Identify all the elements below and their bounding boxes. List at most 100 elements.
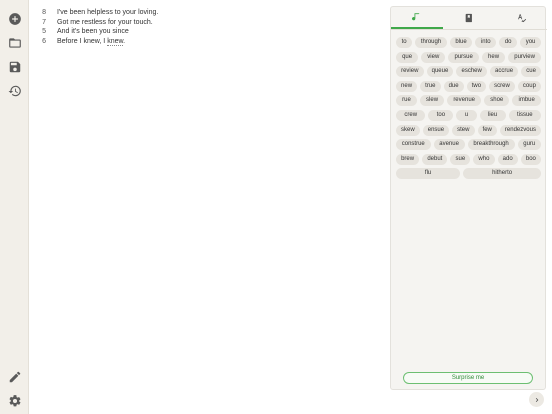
rhyme-chip[interactable]: avenue	[433, 139, 465, 151]
add-circle-icon	[9, 13, 21, 25]
rhyme-chip[interactable]: breakthrough	[467, 139, 515, 151]
rhyme-chip[interactable]: two	[466, 80, 487, 92]
chevron-right-icon	[535, 397, 538, 402]
syllable-count: 7	[42, 18, 46, 26]
rhyme-chip[interactable]: too	[428, 109, 454, 121]
rhyme-chip[interactable]: guru	[517, 139, 542, 151]
rhyme-chip[interactable]: ensue	[422, 124, 450, 136]
rhyme-note-icon	[412, 13, 420, 21]
rhyme-row: to through blue into do you	[396, 37, 541, 48]
settings-button[interactable]	[6, 392, 24, 410]
rhyme-row: construe avenue breakthrough guru	[396, 139, 542, 151]
rhyme-chip[interactable]: hew	[481, 51, 506, 63]
tab-rhymes[interactable]	[391, 7, 443, 29]
rhyme-chip[interactable]: sue	[450, 153, 471, 165]
gear-icon	[9, 395, 21, 407]
rhyme-chip[interactable]: rue	[396, 95, 417, 107]
rhyme-chip[interactable]: que	[396, 51, 419, 63]
edit-button[interactable]	[6, 368, 24, 386]
save-icon	[9, 61, 21, 73]
save-button[interactable]	[6, 58, 24, 76]
rhyme-chip[interactable]: lieu	[479, 109, 506, 121]
rhyme-chip[interactable]: stew	[452, 124, 475, 136]
rhyme-chip[interactable]: you	[520, 37, 541, 48]
left-rail	[0, 0, 29, 414]
rhyme-chip[interactable]: boo	[520, 153, 541, 165]
syllable-count: 5	[42, 28, 46, 36]
lyric-line[interactable]: 7 Got me restless for your touch.	[36, 18, 376, 28]
rhyme-chip[interactable]: construe	[396, 139, 431, 151]
rhyme-row: rue slew revenue shoe imbue	[396, 95, 541, 107]
collapse-panel-button[interactable]	[529, 392, 544, 407]
rhyme-chip[interactable]: few	[477, 124, 497, 136]
rhyme-chip[interactable]: review	[396, 66, 424, 78]
rhyme-chip[interactable]: into	[475, 37, 497, 48]
rhyme-chip[interactable]: crew	[396, 109, 426, 121]
folder-icon	[9, 38, 21, 48]
panel-tabs	[391, 7, 547, 30]
rhyme-chip[interactable]: flu	[396, 168, 461, 180]
rhyme-row: brew debut sue who ado boo	[396, 153, 541, 165]
spellcheck-icon	[518, 14, 526, 23]
rhyme-chip[interactable]: ado	[497, 153, 518, 165]
selected-word[interactable]: knew	[107, 37, 124, 46]
app-window: 8 I've been helpless to your loving. 7 G…	[0, 0, 552, 414]
rhyme-chip[interactable]: due	[443, 80, 464, 92]
rhyme-chip[interactable]: slew	[419, 95, 445, 107]
rhyme-chip[interactable]: hitherto	[463, 168, 542, 180]
history-icon	[8, 85, 21, 97]
rhyme-chip[interactable]: do	[499, 37, 518, 48]
lyric-text[interactable]: And it's been you since	[57, 27, 129, 37]
lyric-line[interactable]: 8 I've been helpless to your loving.	[36, 8, 376, 18]
lyric-line[interactable]: 6 Before I knew, I knew.	[36, 37, 376, 47]
tab-spellcheck[interactable]	[495, 7, 547, 29]
rhyme-chip[interactable]: revenue	[447, 95, 482, 107]
rhyme-row: skew ensue stew few rendezvous	[396, 124, 541, 136]
surprise-me-button[interactable]: Surprise me	[403, 372, 533, 384]
add-button[interactable]	[6, 10, 24, 28]
rhyme-chip[interactable]: coup	[517, 80, 541, 92]
rhyme-panel: to through blue into do you que view pursue hew pu…	[390, 6, 547, 390]
pencil-icon	[9, 371, 21, 383]
rhyme-chip[interactable]: through	[415, 37, 447, 48]
lyric-text-part: Before I knew, I	[57, 37, 108, 45]
rhyme-chip[interactable]: debut	[422, 153, 448, 165]
syllable-count: 8	[42, 9, 46, 16]
open-folder-button[interactable]	[6, 34, 24, 52]
rhyme-chip[interactable]: to	[396, 37, 413, 48]
rhyme-chip[interactable]: pursue	[448, 51, 479, 63]
lyric-text[interactable]: Before I knew, I knew.	[57, 37, 125, 47]
history-button[interactable]	[6, 82, 24, 100]
rhyme-chip[interactable]: eschew	[456, 66, 487, 78]
rhyme-row: flu hitherto	[396, 168, 542, 180]
lyric-text[interactable]: Got me restless for your touch.	[57, 18, 153, 28]
rhyme-chip[interactable]: u	[456, 109, 477, 121]
rhyme-row: new true due two screw coup	[396, 80, 541, 92]
rhyme-row: crew too u lieu tissue	[396, 109, 541, 121]
rhyme-chip[interactable]: shoe	[484, 95, 510, 107]
rhyme-chip[interactable]: rendezvous	[499, 124, 541, 136]
rhyme-chip[interactable]: new	[396, 80, 418, 92]
rhyme-list: to through blue into do you que view pursue hew pu…	[396, 37, 542, 183]
tab-dictionary[interactable]	[443, 7, 495, 29]
rhyme-row: review queue eschew accrue cue	[396, 66, 542, 78]
lyrics-editor[interactable]: 8 I've been helpless to your loving. 7 G…	[36, 8, 376, 46]
rhyme-chip[interactable]: purview	[508, 51, 542, 63]
rhyme-chip[interactable]: true	[420, 80, 441, 92]
rhyme-chip[interactable]: view	[421, 51, 446, 63]
lyric-text-part: .	[123, 37, 126, 45]
rhyme-chip[interactable]: brew	[396, 153, 420, 165]
rhyme-chip[interactable]: screw	[489, 80, 515, 92]
rhyme-chip[interactable]: tissue	[508, 109, 541, 121]
dictionary-book-icon	[465, 13, 472, 23]
rhyme-chip[interactable]: queue	[426, 66, 454, 78]
rhyme-chip[interactable]: skew	[396, 124, 420, 136]
syllable-count: 6	[42, 37, 46, 45]
lyric-line[interactable]: 5 And it's been you since	[36, 27, 376, 37]
rhyme-chip[interactable]: accrue	[489, 66, 519, 78]
rhyme-chip[interactable]: imbue	[512, 95, 541, 107]
rhyme-chip[interactable]: blue	[449, 37, 473, 48]
lyric-text[interactable]: I've been helpless to your loving.	[57, 8, 158, 18]
rhyme-chip[interactable]: who	[473, 153, 495, 165]
rhyme-chip[interactable]: cue	[521, 66, 542, 78]
